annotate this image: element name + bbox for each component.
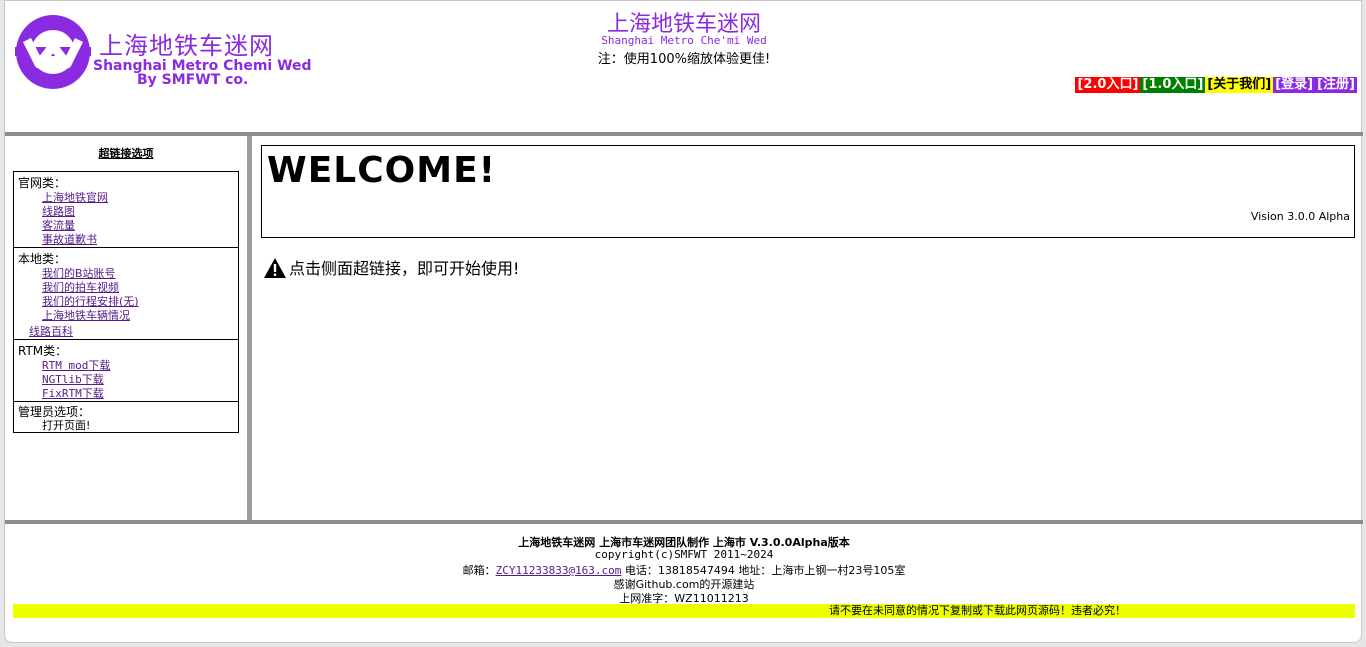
footer-divider	[5, 520, 1363, 524]
welcome-heading: WELCOME!	[267, 150, 497, 191]
link-vehicle-status[interactable]: 上海地铁车辆情况	[42, 307, 130, 323]
logo-byline: By SMFWT co.	[137, 72, 249, 88]
page: 上海地铁车迷网 Shanghai Metro Chemi Wed By SMFW…	[4, 0, 1363, 643]
link-accident-apology[interactable]: 事故道歉书	[42, 231, 97, 247]
version-label: Vision 3.0.0 Alpha	[1250, 210, 1350, 223]
nav-link-1-0-entry[interactable]: [1.0入口]	[1140, 77, 1206, 93]
link-line-wiki[interactable]: 线路百科	[29, 323, 73, 339]
site-subtitle: Shanghai Metro Che'mi Wed	[601, 34, 767, 47]
admin-open-page[interactable]: 打开页面!	[42, 417, 90, 433]
top-nav: [2.0入口] [1.0入口] [关于我们] [登录] [注册]	[1075, 77, 1357, 93]
local-links-box: 本地类： 我们的B站账号 我们的拍车视频 我们的行程安排(无) 上海地铁车辆情况…	[13, 247, 239, 340]
nav-link-login[interactable]: [登录]	[1273, 77, 1316, 93]
zoom-note: 注：使用100%缩放体验更佳!	[597, 52, 771, 67]
instruction-line: 点击侧面超链接，即可开始使用!	[263, 255, 519, 279]
copy-warning-text: 请不要在未同意的情况下复制或下载此网页源码！违者必究！	[829, 604, 1126, 617]
sidebar-title: 超链接选项	[98, 147, 154, 160]
warning-icon	[264, 258, 286, 278]
link-fixrtm-download[interactable]: FixRTM下载	[42, 385, 104, 401]
official-links-box: 官网类： 上海地铁官网 线路图 客流量 事故道歉书	[13, 171, 239, 248]
header: 上海地铁车迷网 Shanghai Metro Chemi Wed By SMFW…	[5, 1, 1363, 132]
footer-copyright: copyright(c)SMFWT 2011~2024	[594, 548, 774, 561]
instruction-text: 点击侧面超链接，即可开始使用!	[289, 259, 520, 278]
sidebar: 超链接选项 官网类： 上海地铁官网 线路图 客流量 事故道歉书 本地类： 我们的…	[5, 136, 247, 520]
nav-link-2-0-entry[interactable]: [2.0入口]	[1075, 77, 1141, 93]
sidebar-divider	[247, 136, 252, 520]
copy-warning-bar: 请不要在未同意的情况下复制或下载此网页源码！违者必究！	[13, 604, 1355, 618]
welcome-panel: WELCOME! Vision 3.0.0 Alpha	[261, 145, 1355, 238]
rtm-links-box: RTM类： RTM mod下载 NGTlib下载 FixRTM下载	[13, 339, 239, 402]
nav-link-register[interactable]: [注册]	[1315, 77, 1357, 93]
nav-link-about-us[interactable]: [关于我们]	[1205, 77, 1274, 93]
admin-box: 管理员选项： 打开页面!	[13, 401, 239, 433]
